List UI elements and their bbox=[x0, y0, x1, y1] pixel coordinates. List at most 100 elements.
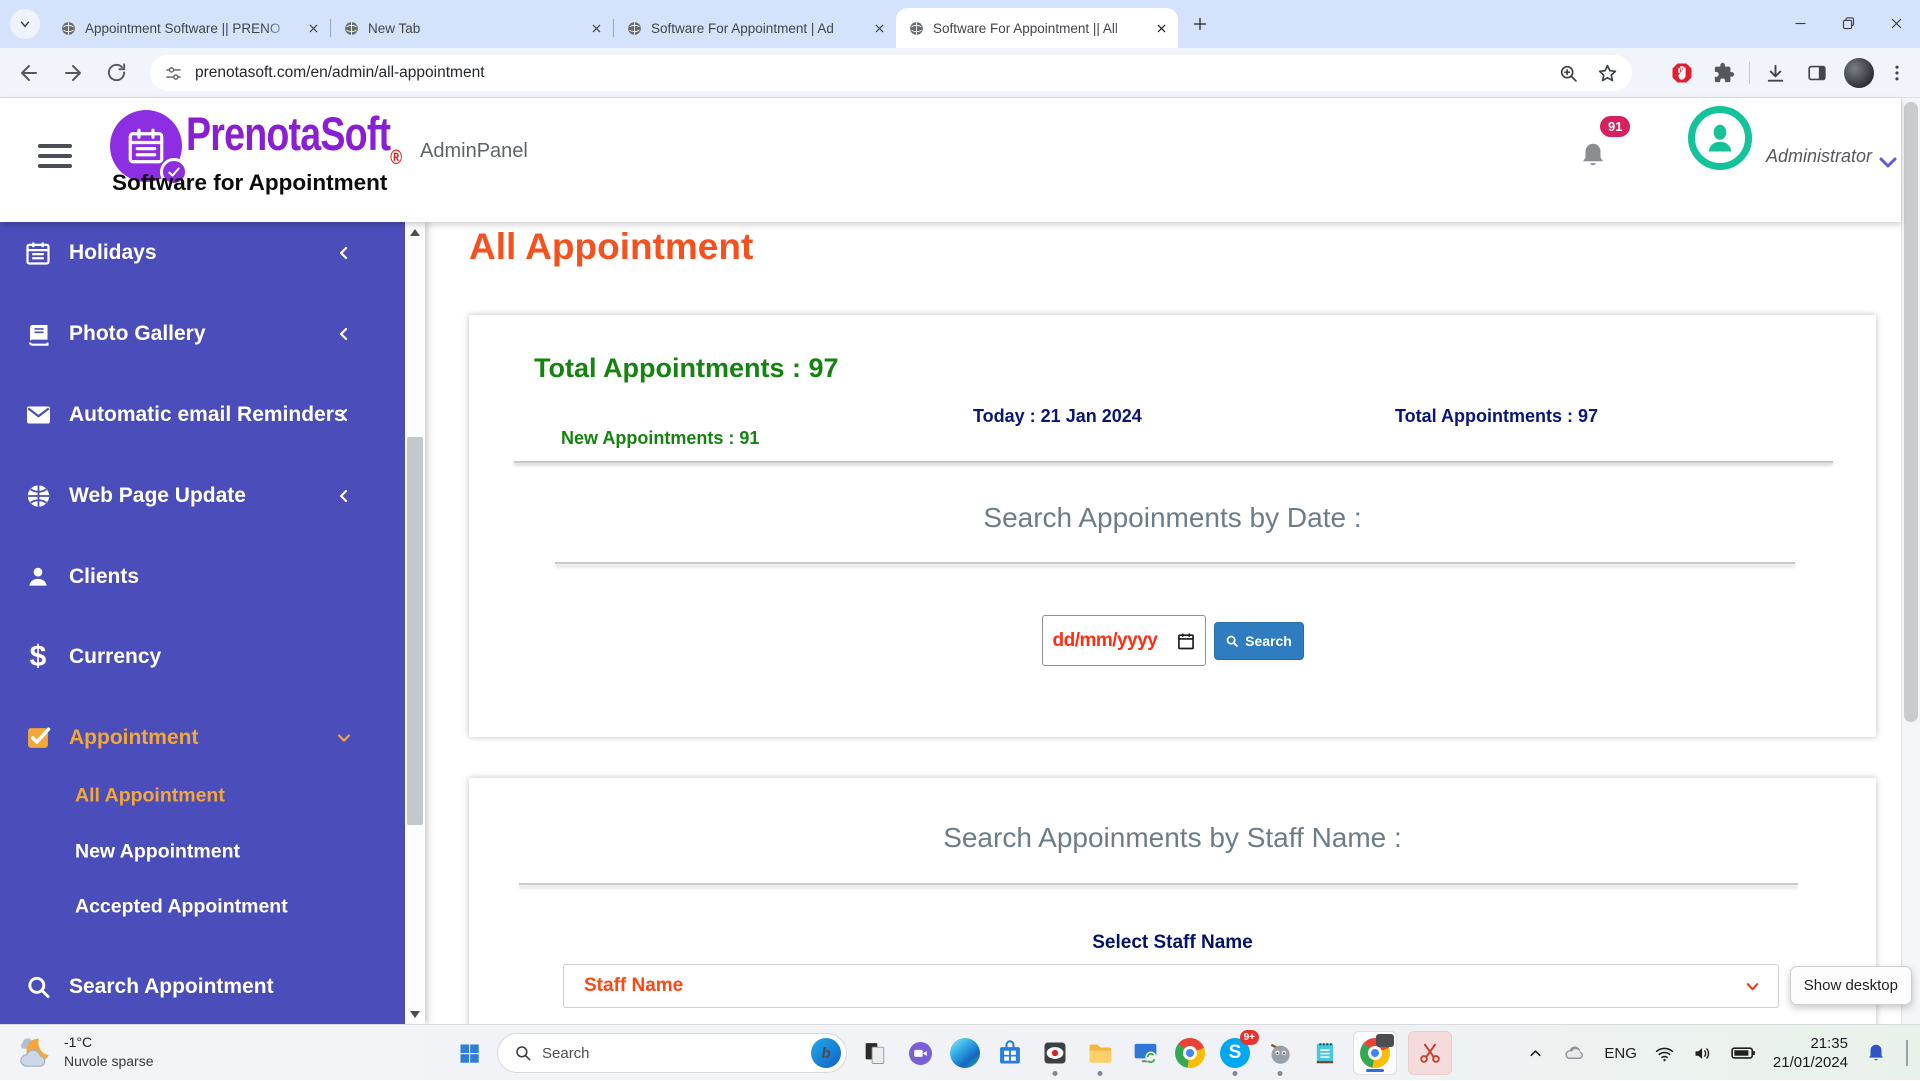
volume-icon[interactable] bbox=[1692, 1043, 1713, 1064]
search-by-date-button[interactable]: Search bbox=[1214, 622, 1304, 660]
tab-3[interactable]: Software For Appointment | Ad bbox=[614, 8, 896, 48]
zoom-in-icon[interactable] bbox=[1558, 63, 1579, 84]
tab-close-icon[interactable] bbox=[587, 19, 605, 37]
date-search-controls: dd/mm/yyyy Search bbox=[469, 615, 1876, 666]
staff-name-select[interactable]: Staff Name bbox=[563, 964, 1779, 1008]
tab-1[interactable]: Appointment Software || PRENO bbox=[48, 8, 330, 48]
side-panel-icon[interactable] bbox=[1796, 48, 1838, 98]
notification-bell-icon[interactable] bbox=[1578, 140, 1608, 170]
tab-2[interactable]: New Tab bbox=[331, 8, 613, 48]
skype-icon[interactable]: S9+ bbox=[1218, 1036, 1252, 1070]
sidebar-subitem-all-appointment[interactable]: All Appointment bbox=[0, 776, 400, 816]
sidebar-item-currency[interactable]: $ Currency bbox=[0, 631, 400, 683]
sidebar-nav: Holidays Photo Gallery Automatic email R… bbox=[0, 222, 425, 1024]
chrome-icon[interactable] bbox=[1173, 1036, 1207, 1070]
bookmark-star-icon[interactable] bbox=[1597, 63, 1618, 84]
chat-app-icon[interactable] bbox=[903, 1036, 937, 1070]
restore-button[interactable] bbox=[1824, 0, 1872, 46]
sidebar-item-clients[interactable]: Clients bbox=[0, 551, 400, 603]
taskbar-weather-widget[interactable]: -1°C Nuvole sparse bbox=[14, 1032, 154, 1072]
sidebar-item-email-reminders[interactable]: Automatic email Reminders bbox=[0, 389, 400, 441]
profile-avatar[interactable] bbox=[1838, 48, 1880, 98]
remote-desktop-icon[interactable] bbox=[1128, 1036, 1162, 1070]
language-indicator[interactable]: ENG bbox=[1604, 1045, 1637, 1062]
sidebar-item-appointment[interactable]: Appointment bbox=[0, 712, 400, 764]
notepad-icon[interactable] bbox=[1308, 1036, 1342, 1070]
close-button[interactable] bbox=[1872, 0, 1920, 46]
tab-close-icon[interactable] bbox=[304, 19, 322, 37]
menu-icon[interactable] bbox=[1880, 48, 1914, 98]
new-tab-button[interactable] bbox=[1186, 10, 1214, 38]
brand-title[interactable]: PrenotaSoft® bbox=[186, 106, 401, 161]
extensions-icon[interactable] bbox=[1703, 48, 1745, 98]
stat-new-appointments: New Appointments : 91 bbox=[561, 428, 759, 449]
tab-4-active[interactable]: Software For Appointment || All bbox=[896, 8, 1178, 48]
sidebar-scrollbar[interactable] bbox=[405, 222, 425, 1024]
irfanview-icon[interactable] bbox=[1038, 1036, 1072, 1070]
sidebar-item-search-appointment[interactable]: Search Appointment bbox=[0, 961, 400, 1013]
edge-browser-icon[interactable] bbox=[948, 1036, 982, 1070]
sidebar-item-label: Appointment bbox=[69, 726, 198, 750]
registered-mark: ® bbox=[390, 147, 401, 169]
admin-panel-label: AdminPanel bbox=[420, 140, 528, 163]
date-input[interactable]: dd/mm/yyyy bbox=[1042, 615, 1206, 666]
sidebar-item-label: Search Appointment bbox=[69, 975, 274, 999]
scrollbar-down-arrow[interactable] bbox=[405, 1004, 425, 1024]
user-avatar[interactable] bbox=[1688, 106, 1752, 170]
sidebar-item-label: Currency bbox=[69, 645, 161, 669]
onedrive-cloud-icon[interactable] bbox=[1561, 1040, 1587, 1066]
clock-widget[interactable]: 21:35 21/01/2024 bbox=[1773, 1034, 1848, 1073]
microsoft-store-icon[interactable] bbox=[993, 1036, 1027, 1070]
skype-badge: 9+ bbox=[1240, 1030, 1259, 1045]
sidebar-item-photo-gallery[interactable]: Photo Gallery bbox=[0, 308, 400, 360]
user-menu-chevron-icon[interactable] bbox=[1876, 150, 1900, 174]
scrollbar-thumb[interactable] bbox=[407, 437, 423, 825]
start-button[interactable] bbox=[452, 1036, 486, 1070]
divider bbox=[555, 562, 1795, 564]
tab-close-icon[interactable] bbox=[1152, 19, 1170, 37]
notification-count-badge[interactable]: 91 bbox=[1600, 116, 1630, 137]
active-window-indicator bbox=[1366, 1069, 1384, 1072]
download-icon[interactable] bbox=[1754, 48, 1796, 98]
user-role-label[interactable]: Administrator bbox=[1766, 146, 1872, 167]
reload-button[interactable] bbox=[105, 61, 129, 85]
system-tray: ENG 21:35 21/01/2024 bbox=[1527, 1025, 1908, 1081]
back-button[interactable] bbox=[17, 61, 41, 85]
stat-total-appointments-right: Total Appointments : 97 bbox=[1395, 406, 1598, 427]
chevron-up-icon[interactable] bbox=[1527, 1045, 1544, 1062]
url-text[interactable]: prenotasoft.com/en/admin/all-appointment bbox=[195, 64, 1558, 82]
hamburger-menu-icon[interactable] bbox=[38, 144, 72, 168]
bing-icon[interactable]: b bbox=[811, 1038, 841, 1068]
sidebar-subitem-accepted-appointment[interactable]: Accepted Appointment bbox=[0, 887, 400, 927]
site-settings-icon[interactable] bbox=[164, 64, 183, 83]
taskbar-search-box[interactable]: Search b bbox=[497, 1033, 847, 1073]
widgets-app-icon[interactable] bbox=[858, 1036, 892, 1070]
page-scrollbar-thumb[interactable] bbox=[1904, 102, 1918, 722]
minimize-button[interactable] bbox=[1776, 0, 1824, 46]
chrome-active-window[interactable] bbox=[1353, 1031, 1397, 1075]
staff-select-value: Staff Name bbox=[584, 975, 683, 997]
tab-close-icon[interactable] bbox=[870, 19, 888, 37]
gimp-icon[interactable] bbox=[1263, 1036, 1297, 1070]
file-explorer-icon[interactable] bbox=[1083, 1036, 1117, 1070]
sidebar-item-web-page-update[interactable]: Web Page Update bbox=[0, 470, 400, 522]
sidebar-item-holidays[interactable]: Holidays bbox=[0, 227, 400, 279]
url-bar[interactable]: prenotasoft.com/en/admin/all-appointment bbox=[150, 55, 1632, 91]
battery-icon[interactable] bbox=[1730, 1040, 1756, 1066]
tray-notification-bell-icon[interactable] bbox=[1865, 1042, 1887, 1064]
running-indicator bbox=[1278, 1071, 1283, 1076]
calendar-picker-icon[interactable] bbox=[1176, 631, 1196, 651]
scrollbar-up-arrow[interactable] bbox=[405, 222, 425, 242]
tab-search-button[interactable] bbox=[10, 9, 40, 39]
page-scrollbar[interactable] bbox=[1901, 98, 1920, 1024]
wifi-icon[interactable] bbox=[1654, 1043, 1675, 1064]
search-icon bbox=[514, 1044, 532, 1062]
tray-date: 21/01/2024 bbox=[1773, 1053, 1848, 1073]
sidebar-subitem-new-appointment[interactable]: New Appointment bbox=[0, 832, 400, 872]
adblock-icon[interactable] bbox=[1661, 48, 1703, 98]
snipping-tool-icon[interactable] bbox=[1408, 1031, 1452, 1075]
forward-button[interactable] bbox=[61, 61, 85, 85]
toolbar-divider bbox=[1749, 62, 1750, 84]
show-desktop-button[interactable] bbox=[1906, 1040, 1908, 1066]
chevron-down-icon bbox=[18, 17, 32, 31]
